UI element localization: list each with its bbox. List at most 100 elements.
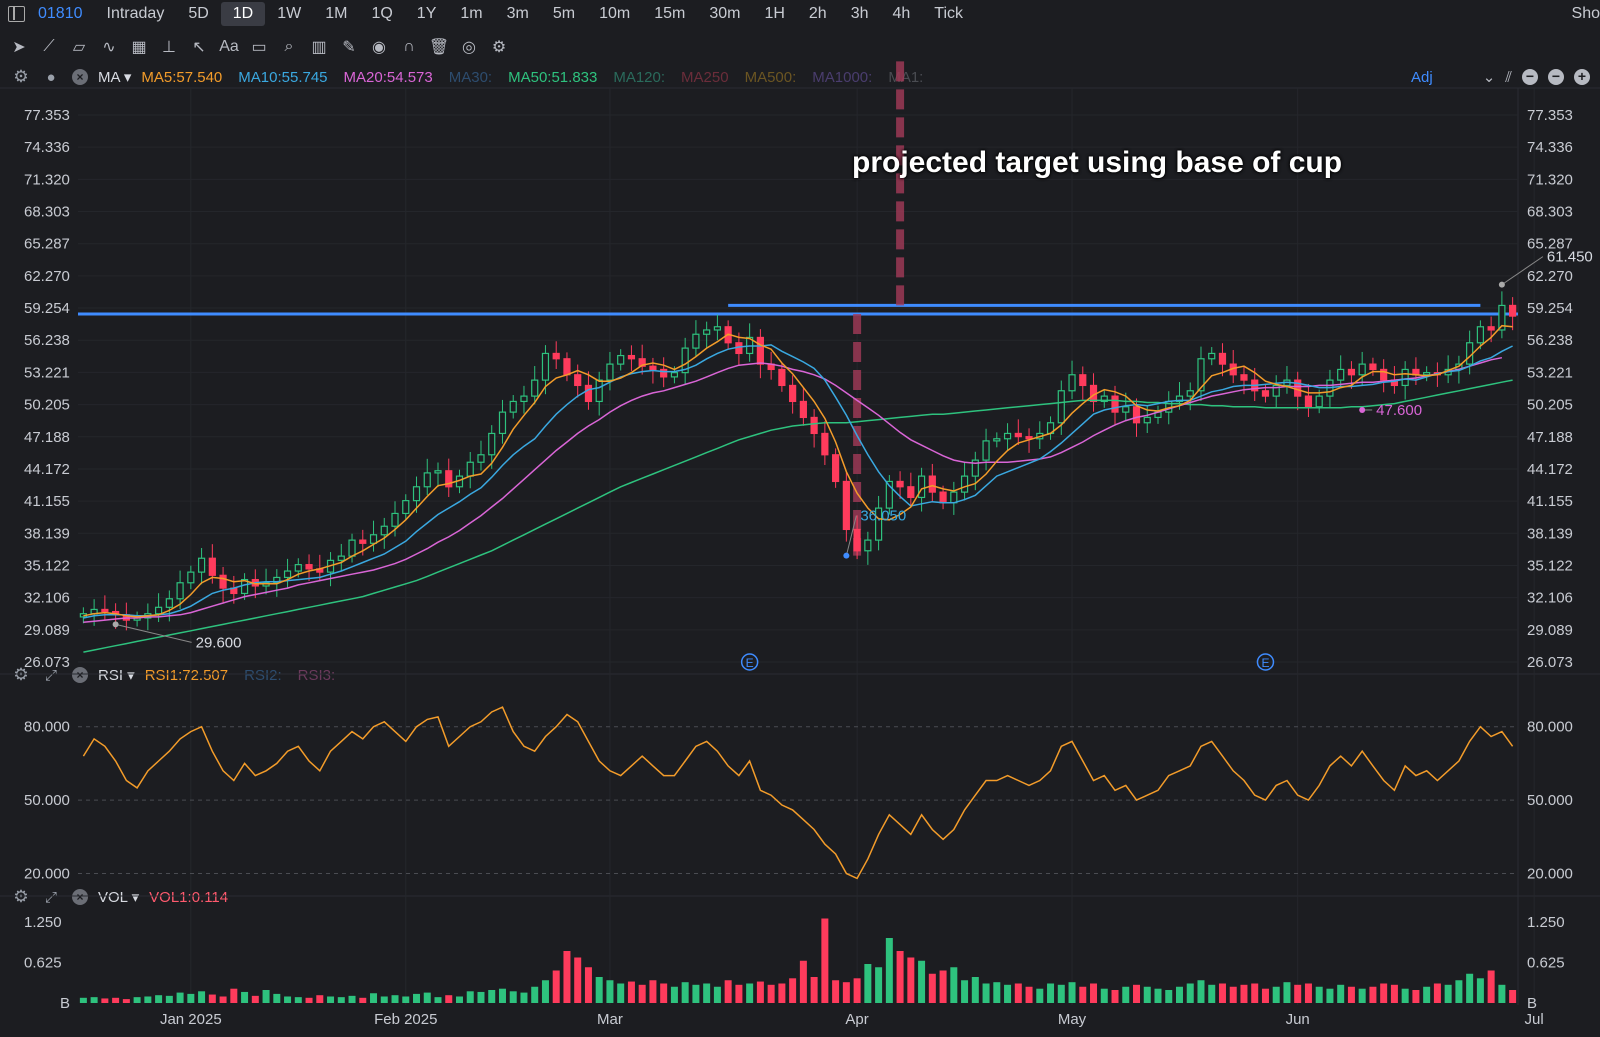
volume-bar <box>584 967 592 1003</box>
candle-body <box>756 336 764 365</box>
candle-body <box>799 400 807 419</box>
candle-body <box>939 491 947 504</box>
candle-body <box>606 363 614 381</box>
volume-bar <box>488 990 496 1003</box>
volume-bar <box>1047 983 1055 1003</box>
candle-body <box>101 608 109 613</box>
annotation-label: 29.600 <box>196 634 242 651</box>
volume-bar <box>133 997 141 1003</box>
volume-bar <box>165 995 173 1003</box>
candle-body <box>1014 432 1022 438</box>
candle-body <box>531 379 539 397</box>
volume-bar <box>692 984 700 1003</box>
volume-bar <box>1025 986 1033 1003</box>
vol-tick-right: B <box>1527 995 1537 1012</box>
volume-bar <box>327 996 335 1003</box>
volume-bar <box>1133 984 1141 1003</box>
volume-bar <box>1004 984 1012 1003</box>
candle-body <box>584 384 593 403</box>
candle-body <box>348 539 356 557</box>
price-tick-left: 56.238 <box>24 332 70 349</box>
volume-bar <box>789 978 797 1003</box>
volume-bar <box>1111 990 1119 1003</box>
candle-body <box>294 564 302 572</box>
volume-bar <box>251 995 259 1003</box>
volume-bar <box>1229 986 1237 1003</box>
volume-bar <box>1014 983 1022 1003</box>
candle-body <box>853 528 861 552</box>
candle-body <box>1509 304 1517 317</box>
candle-body <box>821 432 829 456</box>
vol-tick-left: 1.250 <box>24 914 62 931</box>
candle-body <box>1487 326 1495 331</box>
candle-body <box>359 539 367 544</box>
candle-body <box>498 411 507 435</box>
candle-body <box>670 372 679 378</box>
annotation-dot <box>1359 406 1366 413</box>
candle-body <box>563 358 571 376</box>
volume-bar <box>982 983 990 1003</box>
volume-bar <box>778 983 786 1003</box>
x-tick-label: May <box>1058 1011 1087 1028</box>
price-tick-left: 59.254 <box>24 300 70 317</box>
candle-body <box>477 454 485 463</box>
candle-body <box>1401 368 1409 387</box>
volume-bar <box>1079 986 1087 1003</box>
volume-bar <box>1186 983 1194 1003</box>
candle-body <box>617 354 625 365</box>
volume-bar <box>1369 986 1377 1003</box>
volume-bar <box>799 960 807 1003</box>
candle-body <box>391 512 399 527</box>
candle-body <box>1186 390 1194 397</box>
volume-bar <box>885 938 893 1003</box>
volume-bar <box>1401 988 1409 1003</box>
x-tick-label: Apr <box>845 1011 868 1028</box>
candle-body <box>649 365 657 371</box>
earnings-marker-label: E <box>1261 656 1269 670</box>
volume-bar <box>1498 984 1506 1003</box>
candle-body <box>907 486 915 499</box>
volume-bar <box>1068 982 1076 1003</box>
volume-bar <box>1423 986 1431 1003</box>
annotation-label: 36.050 <box>860 508 906 525</box>
volume-bar <box>1240 984 1248 1003</box>
candle-body <box>1476 326 1484 344</box>
candle-body <box>509 400 517 413</box>
price-tick-left: 38.139 <box>24 525 70 542</box>
volume-bar <box>810 977 818 1003</box>
vol-tick-left: 0.625 <box>24 954 62 971</box>
price-tick-right: 41.155 <box>1527 493 1573 510</box>
candle-body <box>1337 368 1345 381</box>
volume-bar <box>1272 986 1280 1003</box>
volume-bar <box>79 997 87 1003</box>
volume-bar <box>939 970 947 1003</box>
price-tick-left: 68.303 <box>24 204 70 221</box>
annotation-label: 47.600 <box>1376 402 1422 419</box>
candle-body <box>305 564 313 570</box>
volume-bar <box>703 983 711 1003</box>
price-chart[interactable]: Jan 2025 Feb 2025 Mar Apr May Jun Jul 77.353 77.… <box>0 0 1600 1037</box>
price-tick-left: 41.155 <box>24 493 70 510</box>
candle-body <box>1466 342 1474 365</box>
candle-body <box>1057 390 1065 424</box>
volume-bar <box>1283 982 1291 1003</box>
volume-bar <box>101 998 109 1003</box>
candle-body <box>1261 390 1270 397</box>
candle-body <box>595 379 603 403</box>
volume-bar <box>842 982 850 1003</box>
volume-bar <box>520 992 528 1003</box>
volume-bar <box>531 986 539 1003</box>
price-tick-left: 35.122 <box>24 557 70 574</box>
volume-bar <box>767 984 775 1003</box>
volume-bar <box>1218 983 1226 1003</box>
volume-bar <box>552 970 560 1003</box>
price-tick-left: 44.172 <box>24 461 70 478</box>
candle-body <box>1003 432 1012 440</box>
volume-bar <box>122 999 130 1003</box>
volume-bar <box>1251 983 1259 1003</box>
volume-bar <box>348 995 356 1003</box>
volume-bar <box>273 993 281 1003</box>
x-tick-label: Jan 2025 <box>160 1011 222 1028</box>
volume-bar <box>756 981 764 1003</box>
volume-bar <box>574 957 582 1003</box>
